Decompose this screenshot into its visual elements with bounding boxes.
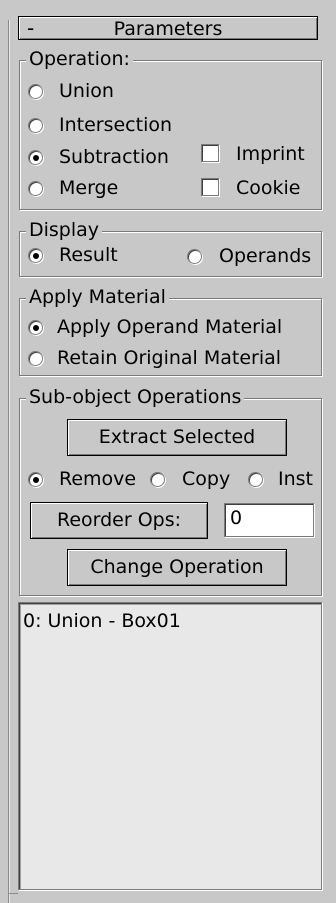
radio-apply-operand-material-label[interactable]: Apply Operand Material bbox=[57, 316, 282, 338]
radio-inst-label[interactable]: Inst bbox=[278, 468, 313, 490]
radio-remove[interactable] bbox=[28, 472, 43, 487]
radio-subtraction[interactable] bbox=[28, 150, 43, 165]
rollout-title: Parameters bbox=[113, 18, 223, 40]
rollout-header[interactable]: - Parameters bbox=[18, 16, 318, 40]
radio-operands[interactable] bbox=[187, 249, 202, 264]
cookie-checkbox[interactable] bbox=[201, 178, 219, 196]
radio-retain-original-material-label[interactable]: Retain Original Material bbox=[57, 347, 281, 369]
apply-material-group-title: Apply Material bbox=[26, 286, 169, 308]
radio-union-label[interactable]: Union bbox=[59, 80, 114, 102]
list-item[interactable]: 0: Union - Box01 bbox=[23, 610, 181, 632]
radio-inst[interactable] bbox=[248, 472, 263, 487]
radio-intersection[interactable] bbox=[28, 118, 43, 133]
rollout-bottom-edge bbox=[8, 893, 18, 894]
radio-retain-original-material[interactable] bbox=[28, 351, 43, 366]
operation-group-title: Operation: bbox=[26, 48, 133, 70]
radio-merge[interactable] bbox=[28, 181, 43, 196]
subobject-group-title: Sub-object Operations bbox=[26, 386, 245, 408]
radio-merge-label[interactable]: Merge bbox=[59, 177, 118, 199]
radio-operands-label[interactable]: Operands bbox=[219, 245, 311, 267]
display-group-title: Display bbox=[26, 219, 103, 241]
rollout-left-edge bbox=[8, 20, 10, 903]
reorder-ops-field[interactable]: 0 bbox=[224, 503, 314, 537]
radio-result[interactable] bbox=[28, 248, 43, 263]
radio-apply-operand-material[interactable] bbox=[28, 320, 43, 335]
radio-remove-label[interactable]: Remove bbox=[59, 468, 136, 490]
radio-subtraction-label[interactable]: Subtraction bbox=[59, 146, 169, 168]
radio-copy[interactable] bbox=[150, 472, 165, 487]
radio-copy-label[interactable]: Copy bbox=[182, 468, 230, 490]
reorder-ops-button[interactable]: Reorder Ops: bbox=[30, 502, 208, 539]
extract-selected-button[interactable]: Extract Selected bbox=[67, 419, 287, 456]
radio-result-label[interactable]: Result bbox=[59, 244, 118, 266]
imprint-checkbox[interactable] bbox=[201, 144, 219, 162]
operations-listbox[interactable]: 0: Union - Box01 bbox=[18, 602, 322, 890]
change-operation-button[interactable]: Change Operation bbox=[67, 549, 287, 586]
cookie-label[interactable]: Cookie bbox=[236, 177, 301, 199]
radio-union[interactable] bbox=[28, 84, 43, 99]
radio-intersection-label[interactable]: Intersection bbox=[59, 114, 172, 136]
imprint-label[interactable]: Imprint bbox=[236, 143, 305, 165]
